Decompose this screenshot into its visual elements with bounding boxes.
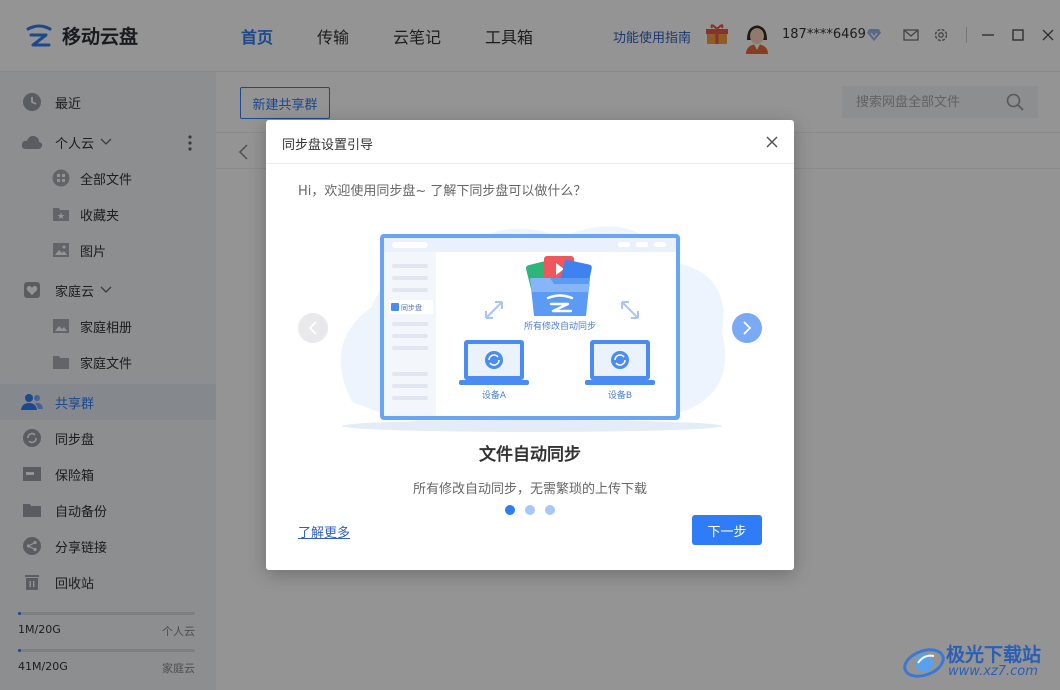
watermark-name: 极光下载站 [946, 644, 1042, 666]
slide-dot-1[interactable] [505, 505, 515, 515]
learn-more-link[interactable]: 了解更多 [298, 522, 350, 541]
next-slide-button[interactable] [732, 313, 762, 343]
sync-illustration: 同步盘 所有修改自动同步 设备A 设备B [340, 226, 726, 432]
illus-sidebar-label: 同步盘 [401, 303, 422, 312]
feature-description: 所有修改自动同步，无需繁琐的上传下载 [412, 482, 647, 497]
watermark-url: www.xz7.com [948, 664, 1038, 679]
chevron-right-icon [743, 321, 752, 335]
slide-indicator [505, 505, 565, 515]
illus-device-b-label: 设备B [608, 389, 632, 401]
chevron-left-icon [308, 321, 317, 335]
illus-device-a-label: 设备A [482, 389, 507, 401]
close-icon[interactable] [764, 134, 780, 150]
slide-dot-2[interactable] [525, 505, 535, 515]
feature-title: 文件自动同步 [479, 445, 581, 465]
prev-slide-button[interactable] [298, 313, 328, 343]
next-step-button[interactable]: 下一步 [692, 515, 762, 545]
dialog-header: 同步盘设置引导 [266, 120, 794, 164]
dialog-intro: Hi，欢迎使用同步盘~ 了解下同步盘可以做什么？ [298, 184, 587, 199]
sync-guide-dialog: 同步盘设置引导 Hi，欢迎使用同步盘~ 了解下同步盘可以做什么？ 同步盘 所有修… [266, 120, 794, 570]
dialog-title: 同步盘设置引导 [282, 138, 374, 153]
illus-sync-label: 所有修改自动同步 [524, 320, 596, 332]
slide-dot-3[interactable] [545, 505, 555, 515]
